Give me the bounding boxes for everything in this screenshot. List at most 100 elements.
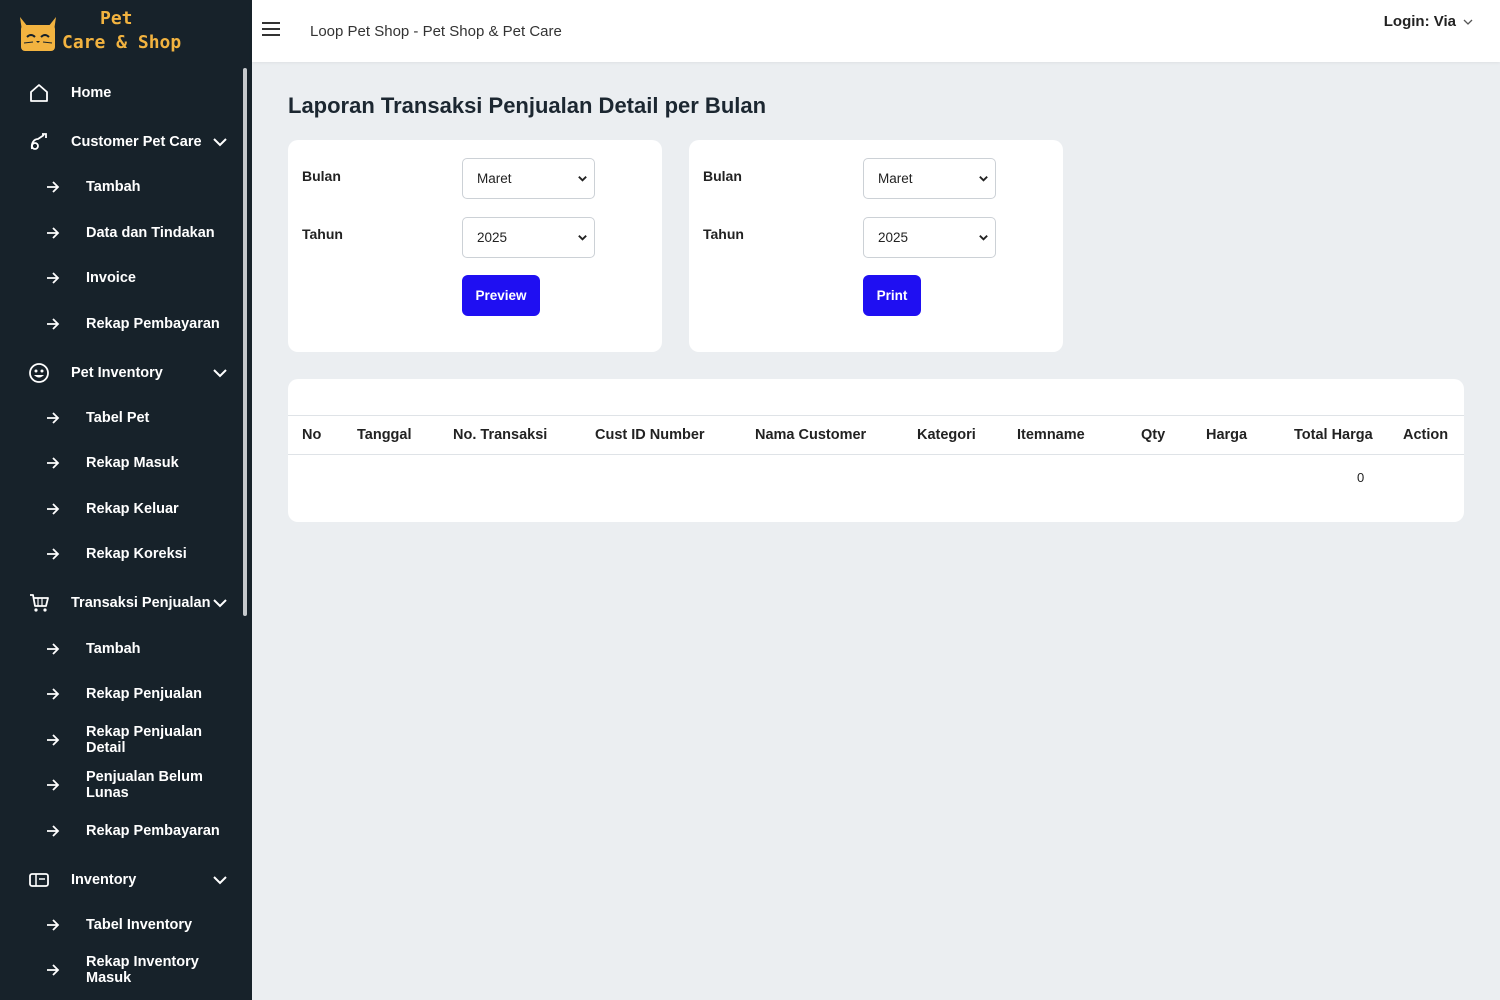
sidebar-item-rekap-masuk[interactable]: Rekap Masuk — [0, 443, 240, 483]
home-icon — [27, 81, 51, 105]
tahun-label: Tahun — [703, 226, 744, 242]
arrow-right-icon — [44, 266, 62, 290]
sidebar-item-label: Inventory — [71, 872, 137, 888]
sidebar-item-rekap-koreksi[interactable]: Rekap Koreksi — [0, 534, 240, 574]
total-harga-value: 0 — [1357, 470, 1365, 485]
sidebar-item-data-dan-tindakan[interactable]: Data dan Tindakan — [0, 213, 240, 253]
column-header-qty: Qty — [1141, 427, 1166, 443]
sidebar-item-label: Home — [71, 85, 112, 101]
arrow-right-icon — [44, 819, 62, 843]
sidebar-item-label: Penjualan Belum Lunas — [86, 769, 203, 801]
chevron-down-icon — [979, 176, 988, 182]
print-form-card: Bulan Maret Tahun 2025 Print — [689, 140, 1063, 352]
app-title: Loop Pet Shop - Pet Shop & Pet Care — [310, 23, 562, 40]
column-header-action: Action — [1403, 427, 1449, 443]
user-menu[interactable]: Login: Via — [1384, 13, 1474, 30]
sidebar-item-label: Rekap Pembayaran — [86, 823, 220, 839]
smiley-icon — [27, 361, 51, 385]
sidebar-item-tambah-penjualan[interactable]: Tambah — [0, 629, 240, 669]
chevron-down-icon — [213, 369, 227, 378]
column-header-total-harga: Total Harga — [1294, 427, 1373, 443]
hamburger-menu-icon[interactable] — [262, 22, 282, 40]
logo[interactable]: Pet Care & Shop — [0, 0, 252, 62]
chevron-down-icon — [578, 176, 587, 182]
column-header-nama-customer: Nama Customer — [755, 427, 867, 443]
arrow-right-icon — [44, 175, 62, 199]
sidebar-item-label: Invoice — [86, 270, 136, 286]
chevron-down-icon — [979, 235, 988, 241]
table-divider — [288, 415, 1464, 416]
print-button[interactable]: Print — [863, 275, 921, 316]
column-header-kategori: Kategori — [917, 427, 976, 443]
logo-line-2: Care & Shop — [62, 32, 182, 53]
arrow-right-icon — [44, 728, 62, 752]
sidebar-item-label: Tabel Inventory — [86, 917, 193, 933]
sidebar-group-transaksi-penjualan[interactable]: Transaksi Penjualan — [0, 583, 240, 623]
bulan-select[interactable]: Maret — [462, 158, 595, 199]
column-header-harga: Harga — [1206, 427, 1248, 443]
sidebar-item-label: Rekap Penjualan Detail — [86, 724, 203, 756]
sidebar-item-label: Tambah — [86, 641, 141, 657]
column-header-no-transaksi: No. Transaksi — [453, 427, 548, 443]
tahun-select[interactable]: 2025 — [863, 217, 996, 258]
logo-line-1: Pet — [100, 8, 133, 29]
arrow-right-icon — [44, 637, 62, 661]
sidebar-item-penjualan-belum-lunas[interactable]: Penjualan Belum Lunas — [0, 765, 240, 805]
arrow-right-icon — [44, 221, 62, 245]
arrow-right-icon — [44, 773, 62, 797]
bulan-select[interactable]: Maret — [863, 158, 996, 199]
tahun-select-value: 2025 — [477, 230, 508, 245]
sidebar-scrollbar[interactable] — [243, 68, 247, 616]
sidebar-group-customer-pet-care[interactable]: Customer Pet Care — [0, 122, 240, 162]
arrow-right-icon — [44, 913, 62, 937]
cart-icon — [27, 591, 51, 615]
sidebar-item-rekap-penjualan[interactable]: Rekap Penjualan — [0, 674, 240, 714]
login-label: Login: Via — [1383, 13, 1456, 30]
sidebar-item-label: Rekap Keluar — [86, 501, 179, 517]
column-header-tanggal: Tanggal — [357, 427, 412, 443]
sidebar-item-label: Rekap Penjualan — [86, 686, 203, 702]
cat-logo-icon — [18, 7, 58, 55]
sidebar: Pet Care & Shop Home Customer Pet Care T… — [0, 0, 252, 1000]
bulan-select-value: Maret — [477, 171, 512, 186]
preview-form-card: Bulan Maret Tahun 2025 Preview — [288, 140, 662, 352]
sidebar-item-tabel-pet[interactable]: Tabel Pet — [0, 398, 240, 438]
sidebar-item-rekap-penjualan-detail[interactable]: Rekap Penjualan Detail — [0, 720, 240, 760]
bulan-label: Bulan — [703, 168, 742, 184]
arrow-right-icon — [44, 312, 62, 336]
arrow-right-icon — [44, 682, 62, 706]
sidebar-group-pet-inventory[interactable]: Pet Inventory — [0, 353, 240, 393]
sidebar-item-rekap-pembayaran-petcare[interactable]: Rekap Pembayaran — [0, 304, 240, 344]
column-header-itemname: Itemname — [1017, 427, 1085, 443]
sidebar-item-rekap-keluar[interactable]: Rekap Keluar — [0, 489, 240, 529]
sidebar-item-label: Pet Inventory — [71, 365, 163, 381]
sidebar-item-label: Rekap Inventory Masuk — [86, 954, 199, 986]
sidebar-item-tabel-inventory[interactable]: Tabel Inventory — [0, 905, 240, 945]
sidebar-group-inventory[interactable]: Inventory — [0, 860, 240, 900]
arrow-right-icon — [44, 958, 62, 982]
arrow-right-icon — [44, 451, 62, 475]
chevron-down-icon — [213, 599, 227, 608]
column-header-cust-id: Cust ID Number — [595, 427, 705, 443]
sidebar-item-tambah-petcare[interactable]: Tambah — [0, 167, 240, 207]
sidebar-item-rekap-inventory-masuk[interactable]: Rekap Inventory Masuk — [0, 950, 240, 990]
chevron-down-icon — [213, 138, 227, 147]
tahun-select[interactable]: 2025 — [462, 217, 595, 258]
inventory-icon — [27, 868, 51, 892]
preview-button[interactable]: Preview — [462, 275, 540, 316]
chevron-down-icon — [578, 235, 587, 241]
report-table: No Tanggal No. Transaksi Cust ID Number … — [288, 379, 1464, 522]
sidebar-item-label: Customer Pet Care — [71, 134, 202, 150]
sidebar-item-rekap-pembayaran-penjualan[interactable]: Rekap Pembayaran — [0, 811, 240, 851]
sidebar-item-label: Rekap Koreksi — [86, 546, 187, 562]
tahun-label: Tahun — [302, 226, 343, 242]
pet-care-icon — [27, 130, 51, 154]
arrow-right-icon — [44, 542, 62, 566]
sidebar-item-label: Tambah — [86, 179, 141, 195]
sidebar-item-invoice[interactable]: Invoice — [0, 258, 240, 298]
sidebar-item-label: Rekap Pembayaran — [86, 316, 220, 332]
tahun-select-value: 2025 — [878, 230, 909, 245]
sidebar-item-home[interactable]: Home — [0, 73, 240, 113]
sidebar-item-label: Tabel Pet — [86, 410, 150, 426]
sidebar-item-label: Data dan Tindakan — [86, 225, 215, 241]
